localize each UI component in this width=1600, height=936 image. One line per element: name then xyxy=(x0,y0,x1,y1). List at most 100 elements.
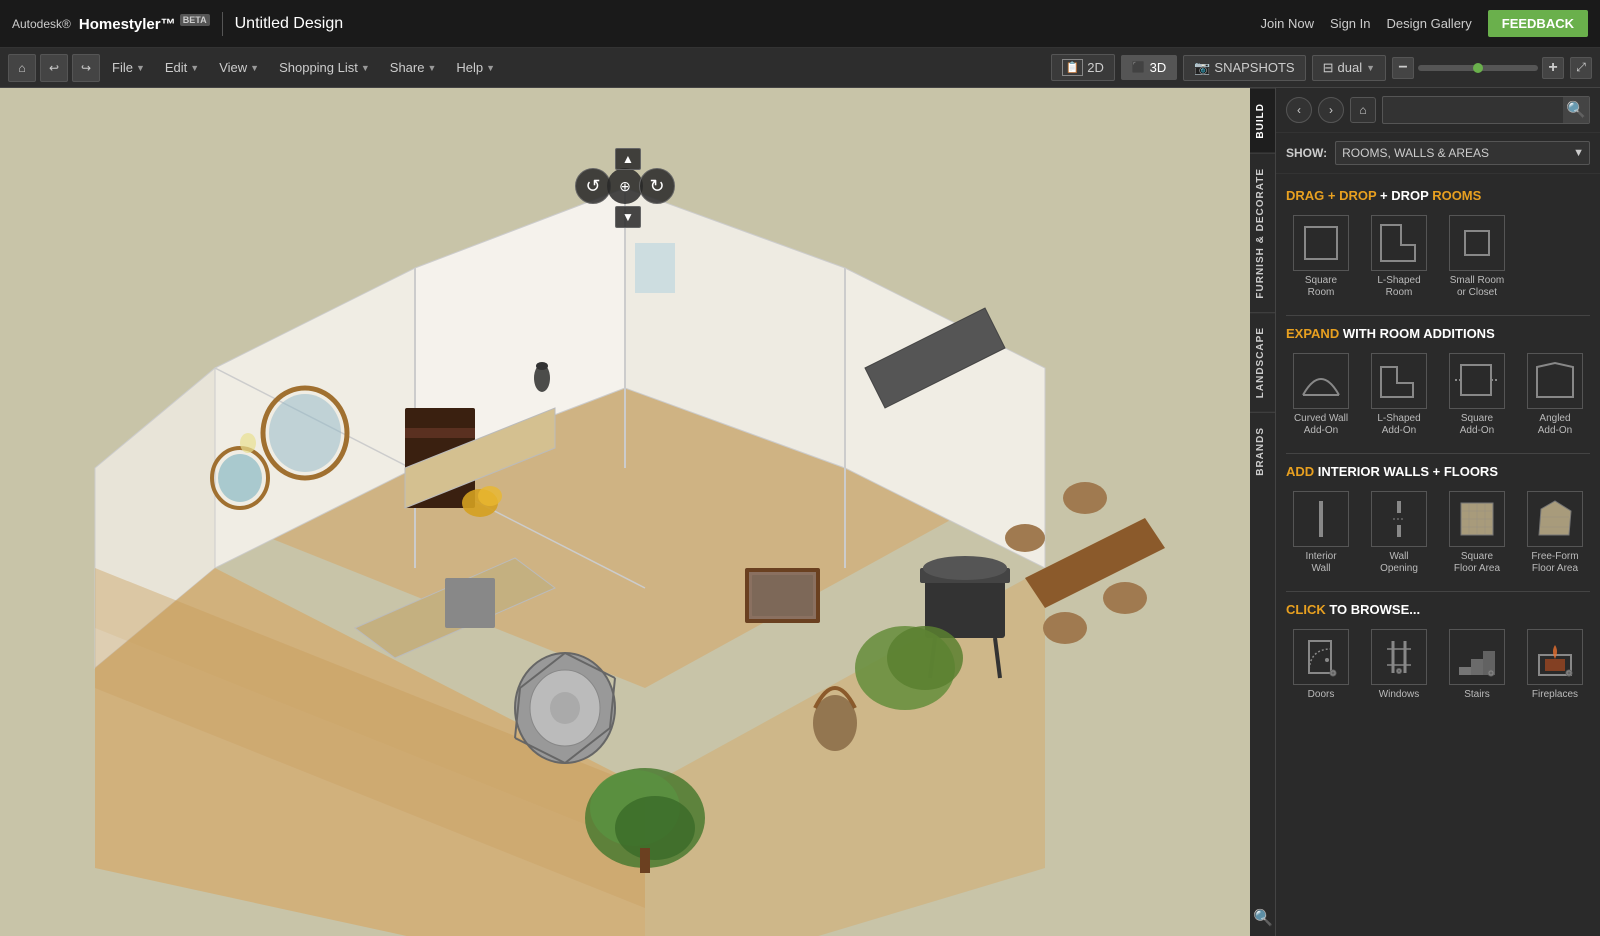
menu-bar: ⌂ ↩ ↪ File ▼ Edit ▼ View ▼ Shopping List… xyxy=(0,48,1600,88)
doors-icon xyxy=(1293,629,1349,685)
show-filter-row: SHOW: ROOMS, WALLS & AREAS FLOORS ONLY A… xyxy=(1276,133,1600,174)
redo-button[interactable]: ↪ xyxy=(72,54,100,82)
center-view-button[interactable]: ⊕ xyxy=(607,168,643,204)
fullscreen-button[interactable]: ⤢ xyxy=(1570,57,1592,79)
undo-button[interactable]: ↩ xyxy=(40,54,68,82)
section-divider-1 xyxy=(1286,315,1590,316)
floor-square-icon xyxy=(1449,491,1505,547)
home-icon-button[interactable]: ⌂ xyxy=(8,54,36,82)
join-now-link[interactable]: Join Now xyxy=(1261,16,1314,31)
curved-wall-label: Curved WallAdd-On xyxy=(1294,413,1348,437)
wall-opening-icon xyxy=(1371,491,1427,547)
sidebar-search-icon-button[interactable]: 🔍 xyxy=(1250,900,1275,936)
panel-nav-row: ‹ › ⌂ 🔍 xyxy=(1276,88,1600,133)
panel-back-button[interactable]: ‹ xyxy=(1286,97,1312,123)
snapshots-button[interactable]: 📷 SNAPSHOTS xyxy=(1183,55,1305,81)
view-menu-arrow: ▼ xyxy=(250,63,259,73)
interior-wall-item[interactable]: InteriorWall xyxy=(1286,491,1356,575)
edit-menu[interactable]: Edit ▼ xyxy=(157,56,207,79)
sidebar-tab-brands[interactable]: BRANDS xyxy=(1250,412,1275,490)
show-label: SHOW: xyxy=(1286,146,1327,160)
floor-freeform-item[interactable]: Free-FormFloor Area xyxy=(1520,491,1590,575)
zoom-in-button[interactable]: + xyxy=(1542,57,1564,79)
square-addon-icon xyxy=(1449,353,1505,409)
file-menu[interactable]: File ▼ xyxy=(104,56,153,79)
doors-label: Doors xyxy=(1308,689,1335,701)
dual-view-button[interactable]: ⊟ dual ▼ xyxy=(1312,55,1386,81)
browse-section-title: CLICK TO BROWSE... xyxy=(1286,602,1590,617)
square-room-item[interactable]: SquareRoom xyxy=(1286,215,1356,299)
pan-up-button[interactable]: ▲ xyxy=(615,148,641,170)
small-room-icon xyxy=(1449,215,1505,271)
doors-item[interactable]: Doors xyxy=(1286,629,1356,701)
walls-grid: InteriorWall WallOpening xyxy=(1286,491,1590,575)
rotate-left-icon: ↺ xyxy=(585,176,600,197)
windows-icon xyxy=(1371,629,1427,685)
curved-wall-icon xyxy=(1293,353,1349,409)
design-gallery-link[interactable]: Design Gallery xyxy=(1387,16,1472,31)
sidebar-tab-landscape[interactable]: LANDSCAPE xyxy=(1250,312,1275,412)
interior-wall-icon xyxy=(1293,491,1349,547)
fireplaces-item[interactable]: Fireplaces xyxy=(1520,629,1590,701)
angled-addon-item[interactable]: AngledAdd-On xyxy=(1520,353,1590,437)
sidebar-tab-furnish[interactable]: FURNISH & DECORATE xyxy=(1250,153,1275,313)
stairs-item[interactable]: Stairs xyxy=(1442,629,1512,701)
share-menu[interactable]: Share ▼ xyxy=(382,56,445,79)
view-3d-button[interactable]: ⬛ 3D xyxy=(1121,55,1177,80)
edit-menu-arrow: ▼ xyxy=(190,63,199,73)
camera-icon: 📷 xyxy=(1194,60,1210,76)
l-shaped-room-label: L-ShapedRoom xyxy=(1377,275,1420,299)
pan-down-button[interactable]: ▼ xyxy=(615,206,641,228)
panel-search-input[interactable] xyxy=(1383,99,1563,121)
rooms-grid: SquareRoom L-ShapedRoom xyxy=(1286,215,1590,299)
windows-label: Windows xyxy=(1379,689,1420,701)
wall-opening-item[interactable]: WallOpening xyxy=(1364,491,1434,575)
fireplaces-icon xyxy=(1527,629,1583,685)
windows-item[interactable]: Windows xyxy=(1364,629,1434,701)
sidebar-tabs-strip: BUILD FURNISH & DECORATE LANDSCAPE BRAND… xyxy=(1250,88,1276,936)
l-addon-item[interactable]: L-ShapedAdd-On xyxy=(1364,353,1434,437)
feedback-button[interactable]: FEEDBACK xyxy=(1488,10,1588,37)
section-divider-2 xyxy=(1286,453,1590,454)
sidebar-tab-build[interactable]: BUILD xyxy=(1250,88,1275,153)
curved-wall-item[interactable]: Curved WallAdd-On xyxy=(1286,353,1356,437)
l-addon-label: L-ShapedAdd-On xyxy=(1377,413,1420,437)
show-dropdown[interactable]: ROOMS, WALLS & AREAS FLOORS ONLY ALL xyxy=(1335,141,1590,165)
search-icon: 🔍 xyxy=(1566,100,1586,120)
top-right-links: Join Now Sign In Design Gallery FEEDBACK xyxy=(1261,10,1588,37)
floor-square-item[interactable]: SquareFloor Area xyxy=(1442,491,1512,575)
floor-freeform-label: Free-FormFloor Area xyxy=(1531,551,1578,575)
panel-home-button[interactable]: ⌂ xyxy=(1350,97,1376,123)
dual-arrow: ▼ xyxy=(1366,63,1375,73)
help-menu[interactable]: Help ▼ xyxy=(448,56,503,79)
zoom-out-button[interactable]: − xyxy=(1392,57,1414,79)
down-arrow-icon: ▼ xyxy=(622,210,634,224)
square-addon-item[interactable]: SquareAdd-On xyxy=(1442,353,1512,437)
rotate-left-button[interactable]: ↺ xyxy=(575,168,611,204)
square-addon-label: SquareAdd-On xyxy=(1460,413,1494,437)
expand-section-title: EXPAND WITH ROOM ADDITIONS xyxy=(1286,326,1590,341)
shopping-list-menu[interactable]: Shopping List ▼ xyxy=(271,56,378,79)
view-menu[interactable]: View ▼ xyxy=(211,56,267,79)
autodesk-logo: Autodesk® xyxy=(12,17,71,31)
view-2d-button[interactable]: 📋 2D xyxy=(1051,54,1115,81)
top-bar: Autodesk® Homestyler™ BETA Untitled Desi… xyxy=(0,0,1600,48)
stairs-label: Stairs xyxy=(1464,689,1490,701)
section-divider-3 xyxy=(1286,591,1590,592)
panel-forward-button[interactable]: › xyxy=(1318,97,1344,123)
fireplaces-label: Fireplaces xyxy=(1532,689,1578,701)
rotate-right-button[interactable]: ↻ xyxy=(639,168,675,204)
zoom-handle xyxy=(1473,63,1483,73)
l-addon-icon xyxy=(1371,353,1427,409)
viewport[interactable]: ↺ ⊕ ↻ ▲ ▼ xyxy=(0,88,1250,936)
l-shaped-room-item[interactable]: L-ShapedRoom xyxy=(1364,215,1434,299)
magnifier-icon: 🔍 xyxy=(1253,910,1273,927)
zoom-slider[interactable] xyxy=(1418,65,1538,71)
dual-icon: ⊟ xyxy=(1323,60,1334,76)
small-room-item[interactable]: Small Roomor Closet xyxy=(1442,215,1512,299)
sign-in-link[interactable]: Sign In xyxy=(1330,16,1370,31)
zoom-controls: − + xyxy=(1392,57,1564,79)
l-shaped-room-icon xyxy=(1371,215,1427,271)
view-3d-icon: ⬛ xyxy=(1132,61,1146,74)
panel-search-button[interactable]: 🔍 xyxy=(1563,97,1589,123)
